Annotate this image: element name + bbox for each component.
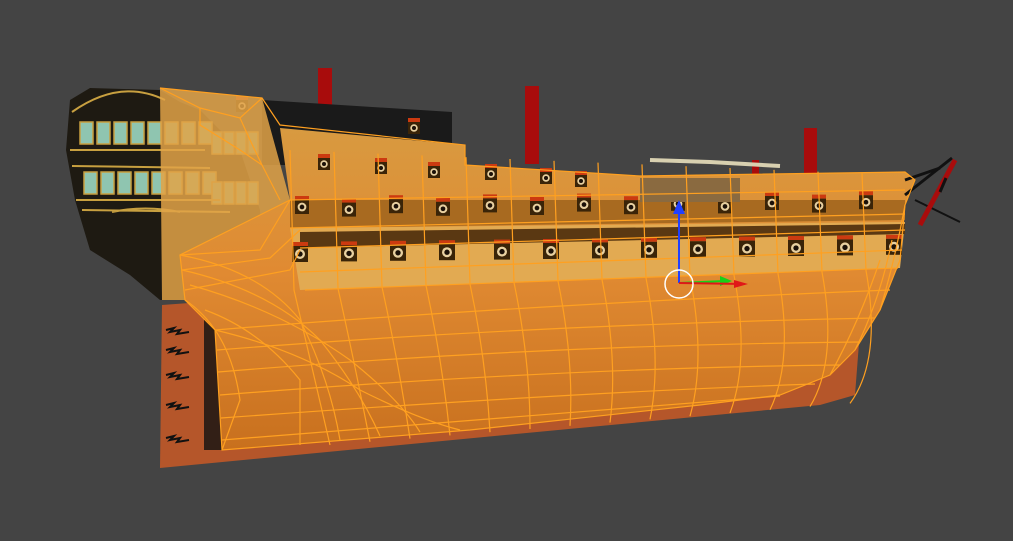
gun-port xyxy=(739,236,755,257)
gun-port xyxy=(690,237,706,258)
gun-port xyxy=(295,196,309,214)
gun-port xyxy=(390,240,406,261)
gun-port xyxy=(859,191,873,210)
stern-window xyxy=(83,171,98,195)
gun-port xyxy=(788,236,804,256)
stern-window xyxy=(113,121,128,145)
main-mast xyxy=(525,86,539,164)
gun-port xyxy=(318,154,330,170)
gun-port xyxy=(530,197,544,215)
gun-port xyxy=(436,197,450,216)
stern-window xyxy=(79,121,94,145)
fore-mast xyxy=(804,128,817,178)
gun-port xyxy=(575,171,587,187)
gun-port xyxy=(624,196,638,215)
gun-port xyxy=(886,234,902,255)
stern-window xyxy=(96,121,111,145)
deck-grating xyxy=(640,178,740,202)
stern-window xyxy=(134,171,149,195)
gun-port xyxy=(341,241,357,262)
gun-port xyxy=(592,238,608,259)
gun-port xyxy=(577,193,591,212)
mizzen-mast xyxy=(318,68,332,108)
scene-canvas[interactable] xyxy=(0,0,1013,541)
stern-window xyxy=(147,121,162,145)
gun-port xyxy=(765,192,779,210)
stern-window xyxy=(100,171,115,195)
gun-port xyxy=(375,158,387,174)
stern-window xyxy=(117,171,132,195)
gun-port xyxy=(641,237,657,258)
gun-port xyxy=(292,242,308,262)
stern-window xyxy=(130,121,145,145)
3d-viewport[interactable] xyxy=(0,0,1013,541)
gun-port xyxy=(342,198,356,217)
gun-port xyxy=(408,118,420,134)
gun-port xyxy=(428,162,440,178)
